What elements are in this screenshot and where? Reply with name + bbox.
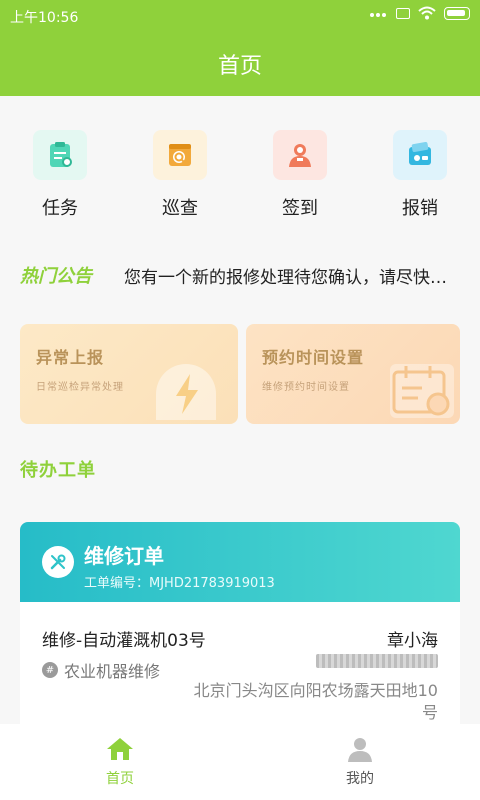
- status-bar: 上午10:56: [0, 0, 480, 32]
- battery-icon: [444, 6, 470, 20]
- person-checkin-icon: [273, 130, 327, 180]
- status-icons: [370, 6, 470, 20]
- card-title: 预约时间设置: [262, 348, 365, 367]
- page-title: 首页: [217, 54, 262, 79]
- abnormal-report-card[interactable]: 异常上报 日常巡检异常处理: [20, 324, 238, 424]
- quick-action-label: 巡查: [162, 198, 198, 219]
- order-address: 北京门头沟区向阳农场露天田地10号: [193, 681, 438, 722]
- inspect-icon: [153, 130, 207, 180]
- more-dots-icon: [370, 6, 388, 20]
- order-category-label: 农业机器维修: [64, 662, 161, 681]
- bottom-tabbar: 首页 我的: [0, 724, 480, 800]
- quick-action-reimburse[interactable]: 报销: [360, 130, 480, 220]
- wrench-icon: [42, 546, 74, 578]
- tag-icon: #: [42, 662, 58, 678]
- notice-tag: 热门公告: [20, 266, 92, 287]
- user-icon: [348, 738, 372, 762]
- card-title: 异常上报: [36, 348, 105, 367]
- order-category: # 农业机器维修: [42, 658, 160, 682]
- tab-mine[interactable]: 我的: [240, 724, 480, 800]
- redacted-phone: [316, 654, 438, 668]
- quick-action-checkin[interactable]: 签到: [240, 130, 360, 220]
- wallet-icon: [393, 130, 447, 180]
- quick-action-inspect[interactable]: 巡查: [120, 130, 240, 220]
- order-contact: 章小海: [387, 631, 438, 651]
- top-navbar: 首页: [0, 32, 480, 96]
- sim-icon: [396, 7, 410, 19]
- calendar-icon: [390, 364, 454, 418]
- schedule-setting-card[interactable]: 预约时间设置 维修预约时间设置: [246, 324, 460, 424]
- feature-cards: 异常上报 日常巡检异常处理 预约时间设置 维修预约时间设置: [20, 324, 460, 424]
- order-title: 维修订单: [84, 544, 164, 568]
- tab-home-label: 首页: [106, 771, 134, 787]
- order-number: 工单编号：MJHD21783919013: [84, 576, 275, 591]
- quick-action-label: 任务: [42, 198, 78, 219]
- card-subtitle: 维修预约时间设置: [262, 382, 350, 393]
- pending-orders-title: 待办工单: [20, 460, 96, 481]
- notice-bar[interactable]: 热门公告 您有一个新的报修处理待您确认，请尽快处理: [20, 262, 460, 288]
- quick-actions: 任务 巡查 签到 报销: [0, 130, 480, 220]
- tab-home[interactable]: 首页: [0, 724, 240, 800]
- wifi-icon: [418, 6, 436, 20]
- quick-action-label: 报销: [402, 198, 438, 219]
- quick-action-task[interactable]: 任务: [0, 130, 120, 220]
- repair-order-card[interactable]: 维修订单 工单编号：MJHD21783919013 维修-自动灌溉机03号 # …: [20, 522, 460, 742]
- card-subtitle: 日常巡检异常处理: [36, 382, 124, 393]
- clipboard-icon: [33, 130, 87, 180]
- order-header: 维修订单 工单编号：MJHD21783919013: [20, 522, 460, 602]
- quick-action-label: 签到: [282, 198, 318, 219]
- order-body: 维修-自动灌溉机03号 # 农业机器维修 章小海 北京门头沟区向阳农场露天田地1…: [20, 602, 460, 742]
- home-icon: [107, 738, 133, 760]
- lightning-icon: [156, 364, 216, 420]
- order-item: 维修-自动灌溉机03号: [42, 631, 206, 651]
- tab-mine-label: 我的: [346, 771, 374, 787]
- notice-text[interactable]: 您有一个新的报修处理待您确认，请尽快处理: [124, 263, 460, 288]
- status-time: 上午10:56: [10, 10, 79, 26]
